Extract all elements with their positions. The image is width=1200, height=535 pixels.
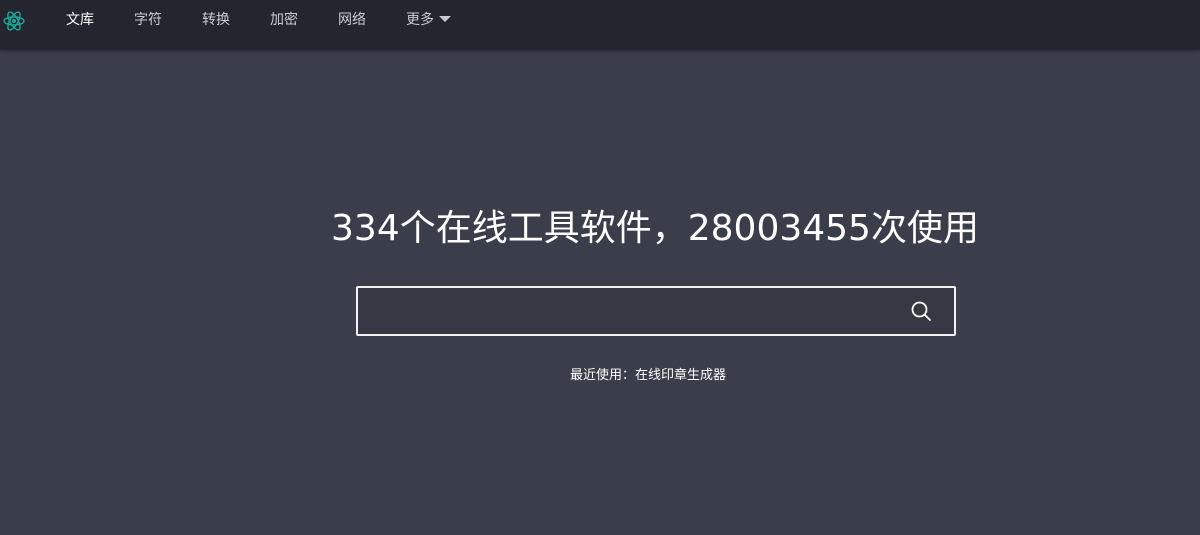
- recent-usage-label: 最近使用：: [570, 368, 636, 383]
- search-box: [356, 286, 956, 336]
- recent-usage: 最近使用：在线印章生成器: [570, 366, 726, 386]
- nav-item-library[interactable]: 文库: [66, 0, 94, 40]
- nav-item-network[interactable]: 网络: [338, 0, 366, 40]
- caret-down-icon: [439, 16, 451, 22]
- top-navbar: 文库 字符 转换 加密 网络 更多: [0, 0, 1200, 50]
- nav-item-encrypt[interactable]: 加密: [270, 0, 298, 40]
- nav-item-more-label: 更多: [406, 12, 434, 28]
- recent-usage-link[interactable]: 在线印章生成器: [635, 368, 726, 383]
- hero-title: 334个在线工具软件，28003455次使用: [331, 208, 979, 249]
- nav-item-convert[interactable]: 转换: [202, 0, 230, 40]
- nav-item-characters[interactable]: 字符: [134, 0, 162, 40]
- nav-item-more[interactable]: 更多: [406, 0, 451, 40]
- search-input[interactable]: [358, 288, 898, 334]
- atom-icon[interactable]: [2, 9, 26, 33]
- search-icon[interactable]: [910, 300, 932, 322]
